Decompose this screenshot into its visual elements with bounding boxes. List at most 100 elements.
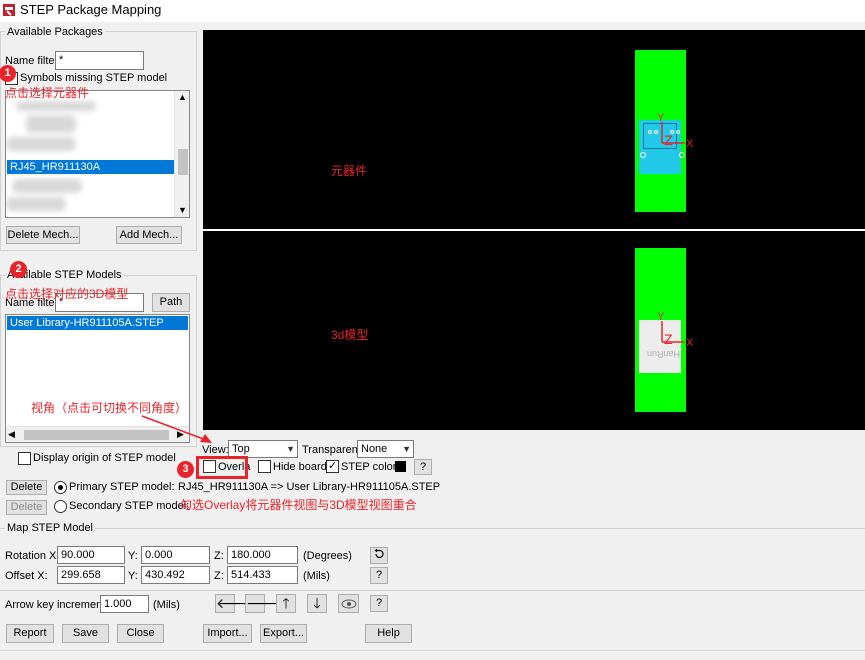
checkmark-icon: ✓	[328, 460, 338, 472]
save-button[interactable]: Save	[62, 624, 109, 643]
transparent-label: Transparent:	[302, 444, 364, 456]
overlay-highlight-box	[196, 456, 248, 479]
app-icon	[3, 4, 15, 16]
axis-y-label: Y	[657, 311, 665, 323]
rotation-x-input[interactable]: 90.000	[57, 546, 125, 564]
reset-rotation-button[interactable]	[370, 547, 388, 564]
export-button[interactable]: Export...	[260, 624, 307, 643]
secondary-radio[interactable]	[54, 500, 67, 513]
axis-x-label: X	[686, 337, 694, 349]
package-list-selected-item[interactable]: RJ45_HR911130A	[7, 160, 174, 174]
primary-value: RJ45_HR911130A => User Library-HR911105A…	[178, 481, 441, 493]
primary-label: Primary STEP model:	[69, 481, 175, 493]
arrow-key-label: Arrow key increment:	[5, 599, 109, 611]
move-down-button[interactable]: 🡓	[307, 594, 327, 613]
arrow-help-button[interactable]: ?	[370, 595, 388, 612]
rotation-label: Rotation X:	[5, 550, 60, 562]
view-select-value: Top	[232, 443, 250, 455]
annotation-note-1: 点击选择元器件	[5, 86, 90, 100]
axis-x-label: X	[686, 138, 694, 150]
offset-y-input[interactable]: 430.492	[141, 566, 210, 584]
component-axes: Y Z X	[657, 112, 694, 150]
offset-z-label: Z:	[214, 570, 224, 582]
symbols-missing-label: Symbols missing STEP model	[20, 72, 168, 84]
axis-z-label: Z	[664, 132, 673, 148]
step-model-view-caption: 3d模型	[331, 328, 369, 342]
axis-y-label: Y	[657, 112, 665, 124]
path-button[interactable]: Path	[152, 293, 190, 312]
blurred-item	[26, 115, 76, 133]
move-up-button[interactable]: 🡑	[276, 594, 296, 613]
delete-secondary-button[interactable]: Delete	[6, 500, 47, 515]
package-name-filter-input[interactable]: *	[55, 51, 144, 70]
delete-primary-button[interactable]: Delete	[6, 480, 47, 495]
scroll-down-icon[interactable]: ▼	[178, 205, 187, 215]
view-help-button[interactable]: ?	[414, 459, 432, 475]
package-list-scrollbar[interactable]: ▲ ▼	[174, 91, 189, 217]
rotate-icon	[374, 548, 384, 558]
axis-z-label: Z	[664, 331, 673, 347]
offset-label: Offset X:	[5, 570, 48, 582]
transparent-select-value: None	[361, 443, 388, 455]
step-color-label: STEP color	[341, 461, 397, 473]
chevron-down-icon: ▼	[402, 444, 411, 454]
offset-y-label: Y:	[128, 570, 138, 582]
rotation-y-label: Y:	[128, 550, 138, 562]
primary-radio[interactable]	[54, 481, 67, 494]
arrow-down-icon: 🡓	[313, 595, 321, 611]
model-list-selected-item[interactable]: User Library-HR911105A.STEP	[7, 316, 188, 330]
offset-help-button[interactable]: ?	[370, 567, 388, 584]
hide-board-checkbox[interactable]	[258, 460, 271, 473]
blurred-item	[6, 197, 66, 211]
eye-icon	[341, 599, 356, 609]
step-package-mapping-window: STEP Package Mapping Available Packages …	[0, 0, 865, 660]
transparent-select[interactable]: None ▼	[357, 440, 414, 458]
chevron-down-icon: ▼	[286, 444, 295, 454]
component-viewport[interactable]: Y Z X 元器件	[203, 30, 865, 229]
rotation-unit: (Degrees)	[303, 550, 352, 562]
window-title: STEP Package Mapping	[20, 2, 162, 17]
map-step-model-label: Map STEP Model	[5, 522, 96, 534]
display-origin-checkbox[interactable]	[18, 452, 31, 465]
annotation-arrow	[141, 415, 212, 443]
component-view-caption: 元器件	[331, 164, 368, 178]
arrow-up-icon: 🡑	[282, 595, 290, 611]
move-left-button[interactable]: 🡐	[215, 594, 254, 613]
rotation-z-input[interactable]: 180.000	[227, 546, 298, 564]
annotation-note-2: 点击选择对应的3D模型	[5, 287, 129, 301]
offset-x-input[interactable]: 299.658	[57, 566, 125, 584]
package-list[interactable]: RJ45_HR911130A ▲ ▼	[5, 90, 190, 218]
package-name-filter-label: Name filter:	[5, 55, 62, 67]
scroll-thumb[interactable]	[178, 149, 188, 175]
blurred-item	[12, 179, 82, 193]
import-button[interactable]: Import...	[203, 624, 252, 643]
step-model-axes: Y Z X	[657, 311, 694, 349]
annotation-note-overlay: 勾选Overlay将元器件视图与3D模型视图重合	[180, 498, 417, 512]
move-right-button[interactable]: 🡒	[245, 594, 284, 613]
step-color-checkbox[interactable]: ✓	[326, 460, 339, 473]
offset-unit: (Mils)	[303, 570, 330, 582]
add-mech-button[interactable]: Add Mech...	[116, 226, 182, 244]
help-button[interactable]: Help	[365, 624, 412, 643]
step-model-viewport[interactable]: HanRun Y Z X 3d模型	[203, 231, 865, 430]
hide-board-label: Hide board	[273, 461, 327, 473]
annotation-badge-2: 2	[10, 261, 27, 278]
blurred-item	[6, 137, 76, 151]
rotation-y-input[interactable]: 0.000	[141, 546, 210, 564]
arrow-key-input[interactable]: 1.000	[100, 595, 149, 613]
step-color-swatch[interactable]	[395, 461, 406, 472]
status-divider	[0, 650, 865, 651]
rotation-z-label: Z:	[214, 550, 224, 562]
view-eye-button[interactable]	[338, 594, 359, 613]
delete-mech-button[interactable]: Delete Mech...	[6, 226, 80, 244]
available-packages-label: Available Packages	[5, 26, 105, 38]
scroll-left-icon[interactable]: ◀	[8, 429, 15, 440]
report-button[interactable]: Report	[6, 624, 54, 643]
arrow-key-unit: (Mils)	[153, 599, 180, 611]
secondary-label: Secondary STEP model:	[69, 500, 190, 512]
close-button[interactable]: Close	[117, 624, 164, 643]
title-bar: STEP Package Mapping	[0, 0, 865, 22]
scroll-up-icon[interactable]: ▲	[178, 92, 187, 102]
blurred-item	[16, 101, 96, 111]
offset-z-input[interactable]: 514.433	[227, 566, 298, 584]
